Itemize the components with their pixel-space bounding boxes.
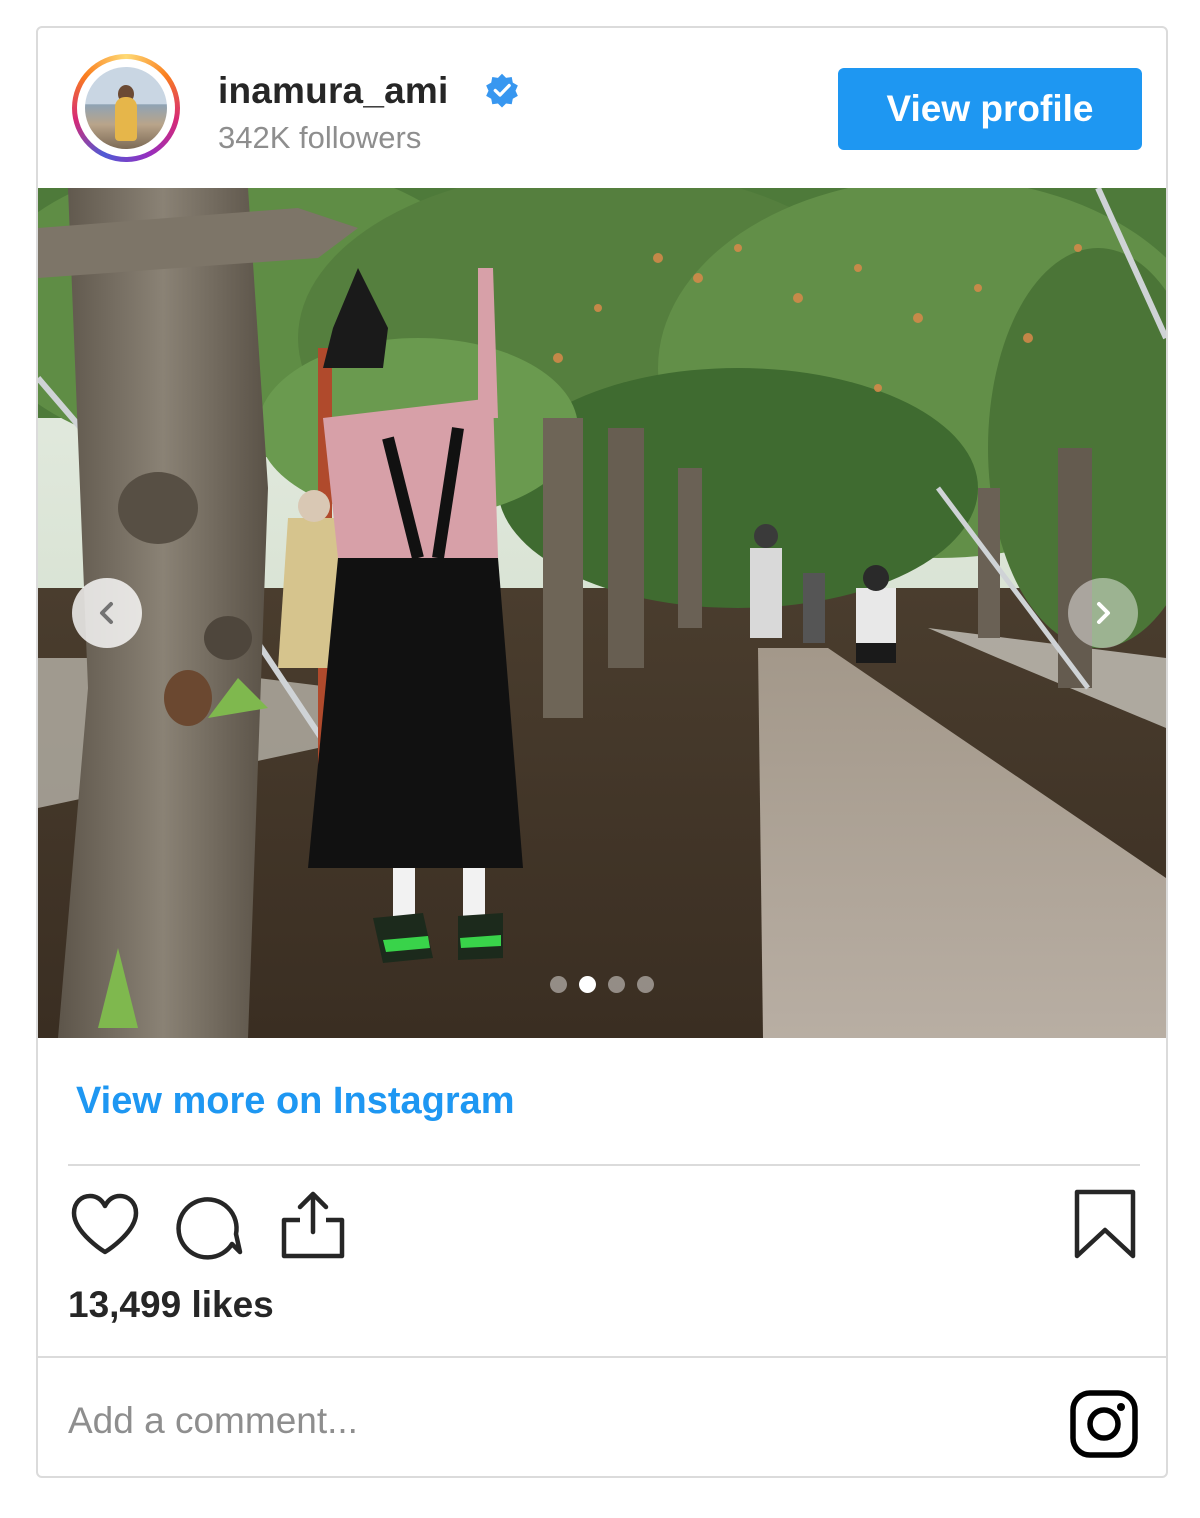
- view-more-link[interactable]: View more on Instagram: [76, 1080, 515, 1123]
- avatar-image: [85, 67, 167, 149]
- post-header: inamura_ami 342K followers View profile: [38, 28, 1166, 188]
- instagram-embed-card: inamura_ami 342K followers View profile: [36, 26, 1168, 1478]
- carousel-dot-active: [579, 976, 596, 993]
- verified-badge-icon: [486, 73, 518, 108]
- divider: [68, 1164, 1140, 1166]
- view-profile-button[interactable]: View profile: [838, 68, 1142, 150]
- carousel-next-button[interactable]: [1068, 578, 1138, 648]
- chevron-right-icon: [1097, 602, 1110, 624]
- like-count: 13,499 likes: [68, 1284, 274, 1325]
- carousel-indicator: [550, 976, 654, 996]
- carousel-dot: [550, 976, 567, 993]
- instagram-logo-icon[interactable]: [1068, 1388, 1140, 1460]
- action-bar: [68, 1188, 1140, 1268]
- post-image[interactable]: [38, 188, 1166, 1038]
- comment-bubble-icon[interactable]: [172, 1188, 246, 1262]
- username-link[interactable]: inamura_ami: [218, 70, 448, 112]
- heart-icon[interactable]: [68, 1188, 142, 1262]
- follower-count: 342K followers: [218, 120, 422, 155]
- bookmark-icon[interactable]: [1068, 1188, 1142, 1262]
- comment-input[interactable]: [68, 1396, 968, 1446]
- carousel-dot: [608, 976, 625, 993]
- divider: [38, 1356, 1166, 1358]
- carousel-dot: [637, 976, 654, 993]
- orchard-photo: [38, 188, 1166, 1038]
- share-icon[interactable]: [276, 1188, 350, 1262]
- avatar[interactable]: [72, 54, 180, 162]
- chevron-left-icon: [100, 602, 113, 624]
- carousel-prev-button[interactable]: [72, 578, 142, 648]
